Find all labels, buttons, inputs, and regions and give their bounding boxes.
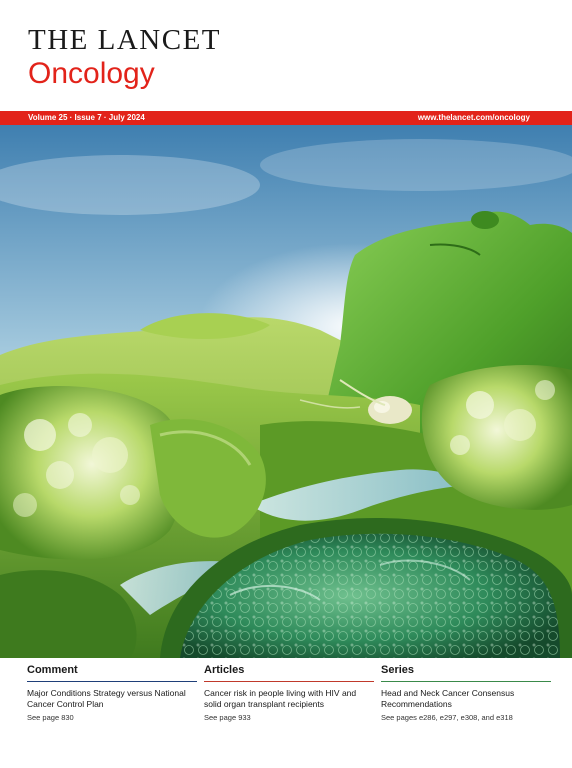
- landscape-illustration-icon: [0, 125, 572, 658]
- section-title: Cancer risk in people living with HIV an…: [204, 688, 357, 710]
- journal-url[interactable]: www.thelancet.com/oncology: [418, 113, 530, 122]
- section-pages: See page 933: [204, 712, 251, 722]
- issue-bar: Volume 25 · Issue 7 · July 2024 www.thel…: [0, 111, 572, 125]
- journal-subtitle: Oncology: [28, 57, 155, 90]
- section-heading: Articles: [204, 664, 374, 682]
- section-heading: Comment: [27, 664, 197, 682]
- section-series[interactable]: Series Head and Neck Cancer Consensus Re…: [381, 664, 551, 722]
- section-heading: Series: [381, 664, 551, 682]
- journal-cover: THE LANCET Oncology Volume 25 · Issue 7 …: [0, 0, 572, 768]
- section-pages: See pages e286, e297, e308, and e318: [381, 712, 513, 722]
- masthead: THE LANCET Oncology: [28, 26, 221, 89]
- section-pages: See page 830: [27, 712, 74, 722]
- cover-illustration: [0, 125, 572, 658]
- section-comment[interactable]: Comment Major Conditions Strategy versus…: [27, 664, 197, 722]
- section-articles[interactable]: Articles Cancer risk in people living wi…: [204, 664, 374, 722]
- journal-title: THE LANCET: [28, 24, 221, 56]
- highlights-panel: Comment Major Conditions Strategy versus…: [0, 658, 572, 768]
- issue-info: Volume 25 · Issue 7 · July 2024: [28, 113, 145, 122]
- section-title: Major Conditions Strategy versus Nationa…: [27, 688, 186, 710]
- section-title: Head and Neck Cancer Consensus Recommend…: [381, 688, 515, 710]
